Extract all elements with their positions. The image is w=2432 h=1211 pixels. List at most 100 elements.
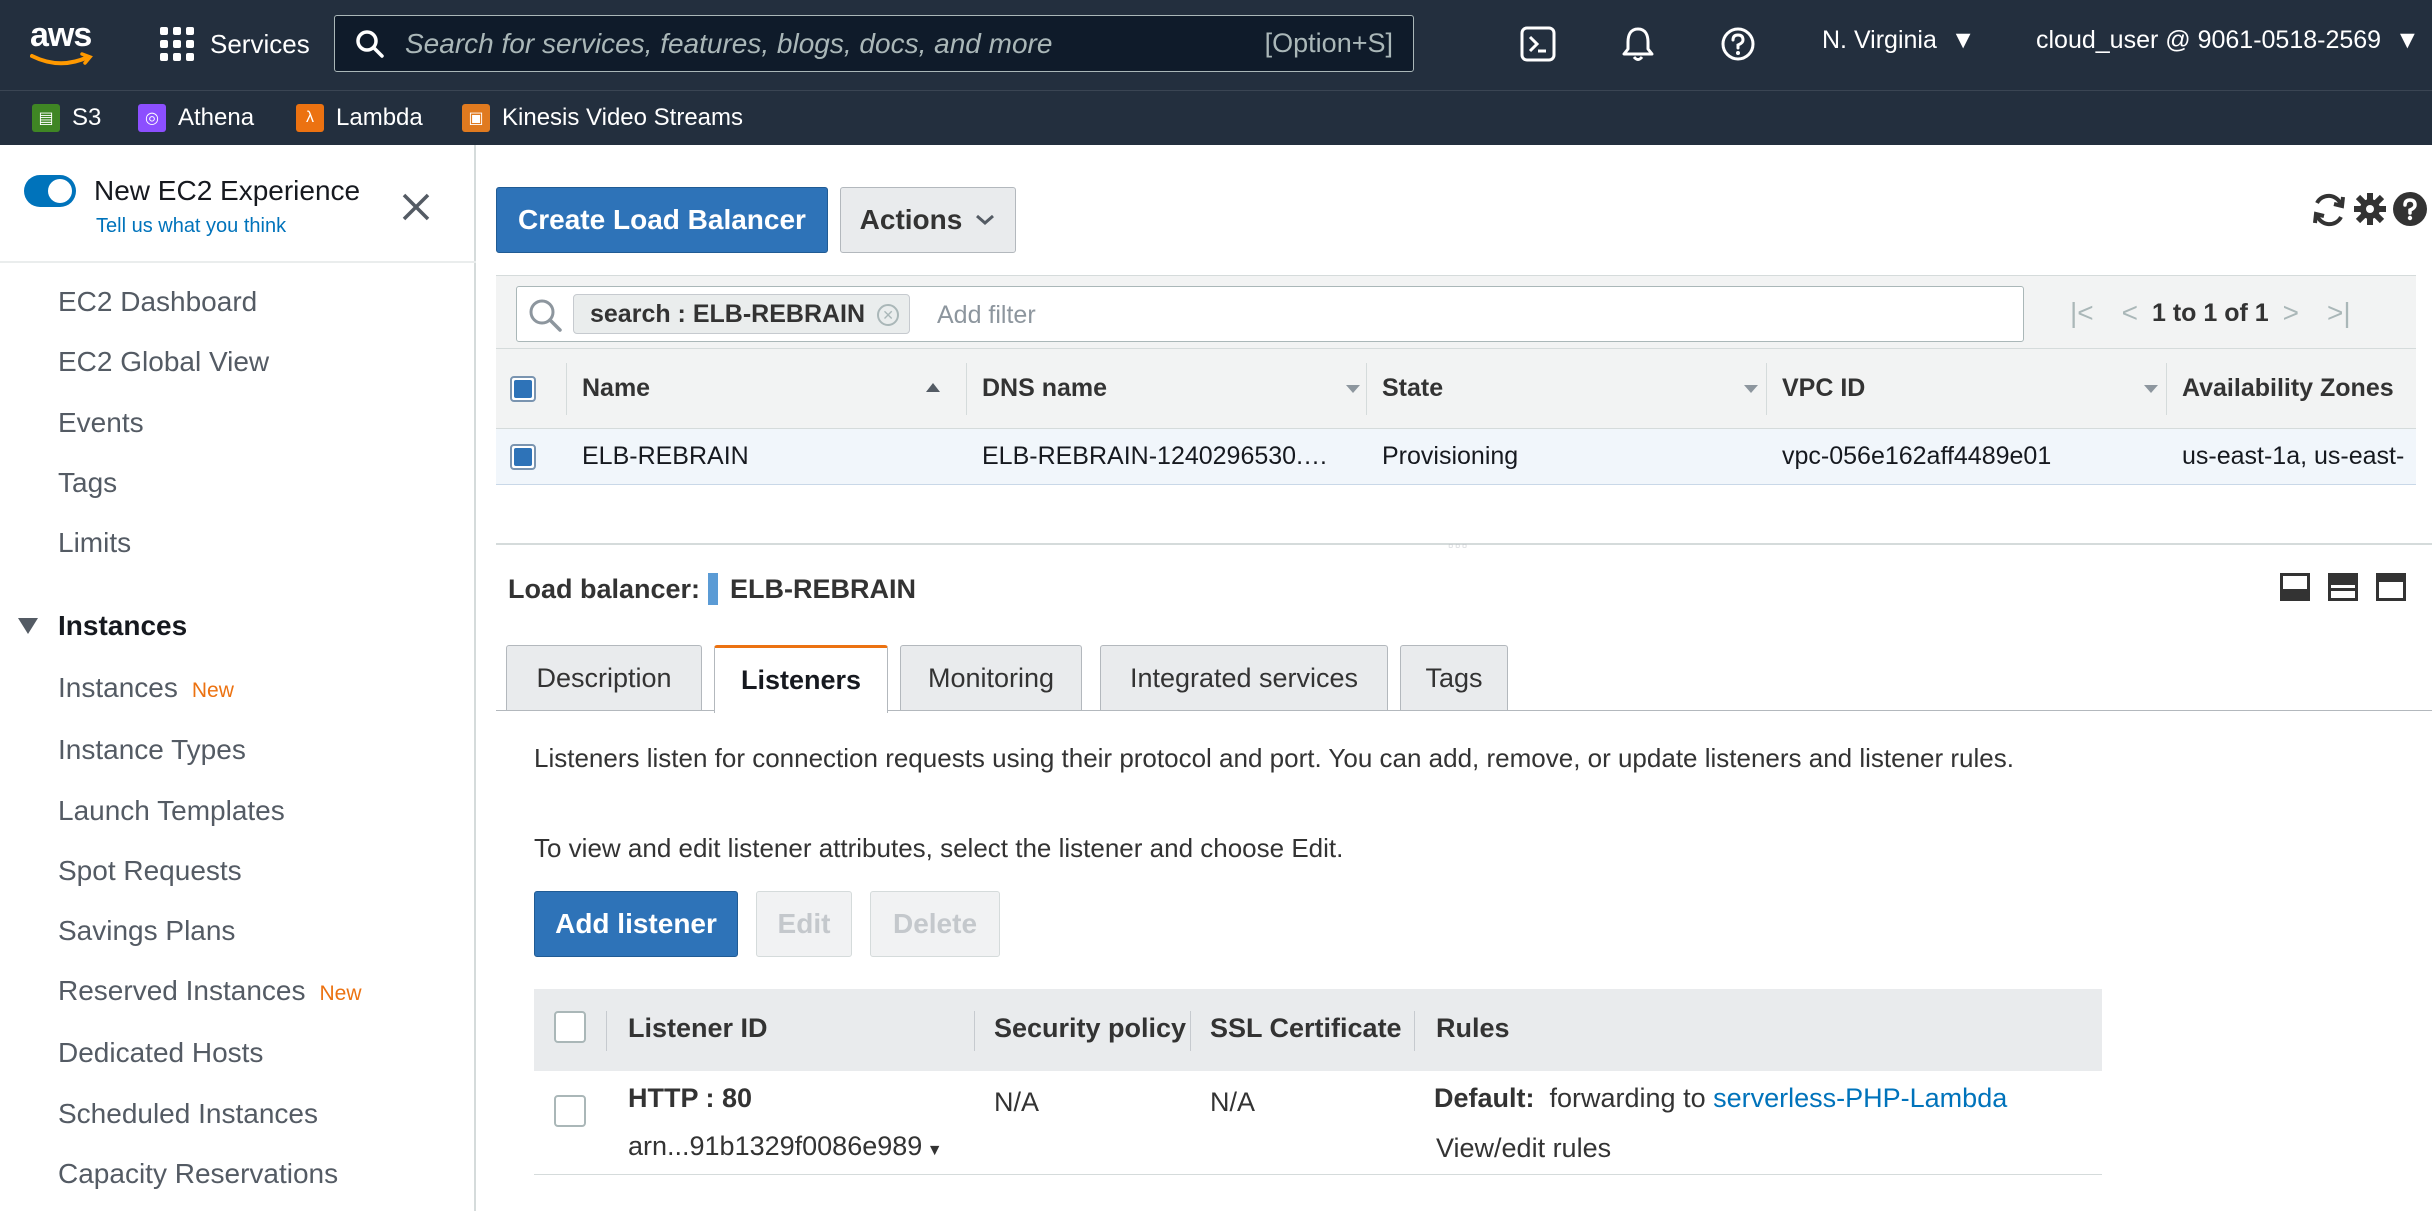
feedback-link[interactable]: Tell us what you think	[96, 215, 286, 238]
tab-listeners[interactable]: Listeners	[714, 645, 888, 713]
previous-page-icon[interactable]: <	[2122, 297, 2138, 329]
filter-chip-label: search : ELB-REBRAIN	[590, 299, 866, 328]
column-header-state[interactable]: State	[1382, 349, 1742, 428]
last-page-icon[interactable]: >|	[2327, 297, 2351, 329]
drag-handle-icon[interactable]: ▫▫▫	[1448, 537, 1469, 553]
aws-logo[interactable]: aws	[30, 18, 96, 66]
column-header-vpc[interactable]: VPC ID	[1782, 349, 2142, 428]
row-checkbox[interactable]	[554, 1095, 586, 1127]
column-divider	[966, 363, 967, 415]
cloudshell-icon[interactable]	[1518, 24, 1558, 64]
top-navigation: aws Services Search for services, featur…	[0, 0, 2432, 90]
panel-splitter[interactable]: ▫▫▫	[496, 537, 2432, 553]
help-circle-icon[interactable]	[2392, 191, 2428, 227]
sidebar-item-events[interactable]: Events	[58, 407, 144, 439]
sidebar-item-scheduled-instances[interactable]: Scheduled Instances	[58, 1098, 318, 1130]
sort-icon[interactable]	[2144, 385, 2158, 393]
bell-icon[interactable]	[1618, 24, 1658, 64]
add-listener-button[interactable]: Add listener	[534, 891, 738, 957]
sidebar-item-ec2-dashboard[interactable]: EC2 Dashboard	[58, 286, 257, 318]
tab-integrated-services[interactable]: Integrated services	[1100, 645, 1388, 711]
detail-title-label: Load balancer:	[508, 573, 701, 604]
sidebar-item-dedicated-hosts[interactable]: Dedicated Hosts	[58, 1037, 263, 1069]
gear-icon[interactable]	[2352, 191, 2388, 227]
favorite-kinesis[interactable]: ▣ Kinesis Video Streams	[462, 101, 743, 135]
tab-monitoring[interactable]: Monitoring	[900, 645, 1082, 711]
sidebar-item-limits[interactable]: Limits	[58, 527, 131, 559]
expand-triangle-icon	[18, 618, 38, 634]
delete-button[interactable]: Delete	[870, 891, 1000, 957]
next-page-icon[interactable]: >	[2283, 297, 2299, 329]
select-all-checkbox[interactable]	[510, 349, 550, 428]
app-grid-icon	[160, 27, 194, 61]
column-header-az[interactable]: Availability Zones	[2182, 349, 2416, 428]
sidebar-item-savings-plans[interactable]: Savings Plans	[58, 915, 235, 947]
view-edit-rules-link[interactable]: View/edit rules	[1436, 1133, 1611, 1164]
sidebar-item-label: Capacity Reservations	[58, 1158, 339, 1189]
s3-icon: ▤	[32, 104, 60, 132]
close-icon[interactable]	[398, 189, 434, 225]
column-header-dns[interactable]: DNS name	[982, 349, 1342, 428]
column-header-ssl-certificate: SSL Certificate	[1210, 1013, 1402, 1043]
column-header-security-policy: Security policy	[994, 1013, 1187, 1043]
new-experience-toggle[interactable]	[24, 175, 76, 207]
filter-chip[interactable]: search : ELB-REBRAIN ✕	[573, 294, 911, 334]
region-label: N. Virginia	[1822, 26, 1937, 54]
sidebar-section-instances[interactable]: Instances	[18, 610, 187, 642]
cell-az: us-east-1a, us-east-	[2182, 442, 2405, 470]
cell-state: Provisioning	[1382, 442, 1519, 470]
listeners-description: Listeners listen for connection requests…	[534, 743, 2014, 773]
sidebar-item-reserved-instances[interactable]: Reserved Instances New	[58, 975, 361, 1007]
listeners-table: Listener ID Security policy SSL Certific…	[534, 989, 2102, 1175]
first-page-icon[interactable]: |<	[2070, 297, 2094, 329]
region-selector[interactable]: N. Virginia ▼	[1822, 26, 1976, 55]
actions-label: Actions	[859, 204, 963, 235]
favorite-s3[interactable]: ▤ S3	[32, 101, 101, 135]
search-input[interactable]: Search for services, features, blogs, do…	[405, 28, 1265, 60]
listener-arn[interactable]: arn...91b1329f0086e989 ▼	[628, 1131, 943, 1162]
column-divider	[1366, 363, 1367, 415]
layout-half-icon[interactable]	[2328, 573, 2358, 601]
account-menu[interactable]: cloud_user @ 9061-0518-2569 ▼	[2036, 26, 2420, 55]
table-row[interactable]: ELB-REBRAIN ELB-REBRAIN-1240296530.… Pro…	[496, 429, 2416, 485]
layout-bottom-icon[interactable]	[2280, 573, 2310, 601]
pagination-label: 1 to 1 of 1	[2151, 298, 2269, 327]
sort-icon[interactable]	[1346, 385, 1360, 393]
refresh-icon[interactable]	[2308, 189, 2350, 231]
create-load-balancer-button[interactable]: Create Load Balancer	[496, 187, 828, 253]
help-icon[interactable]	[1718, 24, 1758, 64]
actions-button[interactable]: Actions	[840, 187, 1016, 253]
target-group-link[interactable]: serverless-PHP-Lambda	[1713, 1083, 2007, 1113]
search-icon	[356, 29, 384, 58]
tab-tags[interactable]: Tags	[1400, 645, 1508, 711]
layout-full-icon[interactable]	[2376, 573, 2406, 601]
sidebar-item-capacity-reservations[interactable]: Capacity Reservations	[58, 1158, 338, 1190]
sidebar-item-instance-types[interactable]: Instance Types	[58, 734, 246, 766]
edit-button[interactable]: Edit	[756, 891, 852, 957]
sidebar-item-launch-templates[interactable]: Launch Templates	[58, 795, 285, 827]
athena-icon: ◎	[138, 104, 166, 132]
row-checkbox[interactable]	[510, 429, 550, 484]
favorite-athena[interactable]: ◎ Athena	[138, 101, 254, 135]
remove-filter-icon[interactable]: ✕	[877, 304, 900, 326]
column-header-name[interactable]: Name	[582, 349, 962, 428]
select-all-checkbox[interactable]	[554, 1011, 586, 1043]
table-row[interactable]: HTTP : 80 arn...91b1329f0086e989 ▼ N/A N…	[534, 1071, 2102, 1175]
main-content: Create Load Balancer Actions search: EL…	[478, 145, 2432, 1211]
section-label: Instances	[58, 610, 188, 641]
filter-input[interactable]: search : ELB-REBRAIN ✕ Add filter	[516, 286, 2024, 342]
sidebar-item-tags[interactable]: Tags	[58, 467, 117, 499]
sidebar-item-label: Scheduled Instances	[58, 1098, 318, 1129]
sidebar-item-spot-requests[interactable]: Spot Requests	[58, 855, 242, 887]
favorite-lambda[interactable]: λ Lambda	[296, 101, 423, 135]
account-label: cloud_user @ 9061-0518-2569	[2036, 26, 2382, 54]
sort-ascending-icon[interactable]	[926, 383, 940, 392]
global-search[interactable]: Search for services, features, blogs, do…	[334, 15, 1414, 72]
sidebar-item-ec2-global-view[interactable]: EC2 Global View	[58, 346, 269, 378]
services-menu[interactable]: Services	[160, 22, 310, 66]
sidebar-item-label: Launch Templates	[58, 795, 285, 826]
sort-icon[interactable]	[1744, 385, 1758, 393]
caret-down-icon: ▼	[1943, 26, 1976, 54]
tab-description[interactable]: Description	[506, 645, 702, 711]
sidebar-item-instances[interactable]: Instances New	[58, 672, 234, 704]
